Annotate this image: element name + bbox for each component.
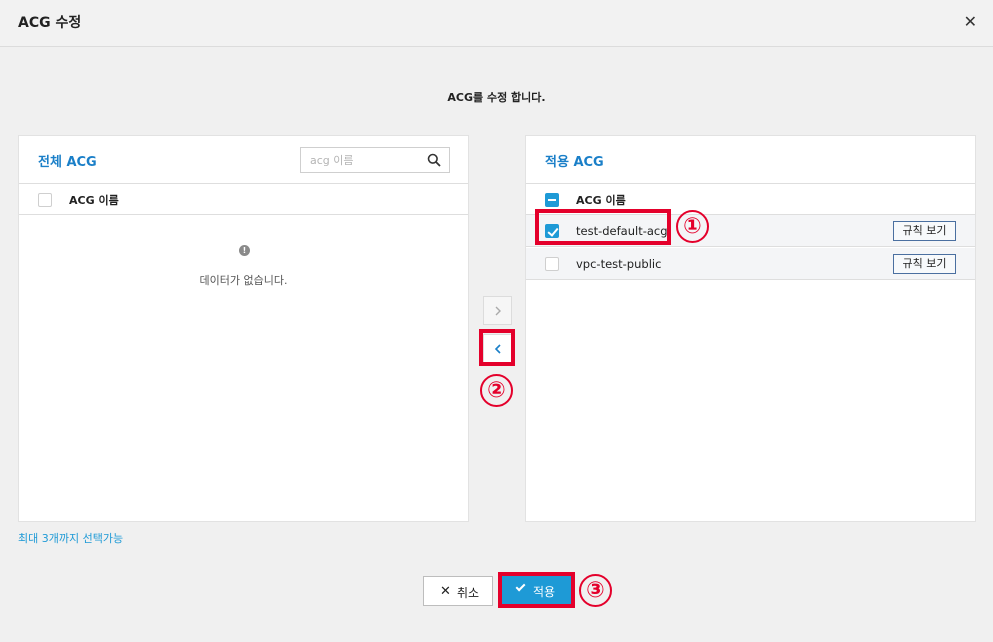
add-to-applied-button[interactable] [483,296,512,325]
applied-acg-panel: 적용 ACG ACG 이름 test-default-acg 규칙 보기 vpc… [525,135,976,522]
callout-2: ② [480,374,513,407]
dialog-title: ACG 수정 [18,15,82,31]
all-acg-panel-header: 전체 ACG [19,136,468,184]
acg-name: test-default-acg [576,224,668,238]
remove-from-applied-button[interactable] [483,334,512,363]
callout-1: ① [676,210,709,243]
all-acg-column-header: ACG 이름 [19,184,468,215]
chevron-right-icon [495,306,501,316]
select-all-checkbox[interactable] [38,193,52,207]
search-icon[interactable] [427,153,441,167]
applied-acg-column-header: ACG 이름 [526,184,975,215]
cancel-label: 취소 [457,586,480,600]
acg-name-column-label: ACG 이름 [576,194,626,207]
check-icon [515,581,526,592]
chevron-left-icon [494,344,501,354]
view-rules-button[interactable]: 규칙 보기 [893,254,956,274]
table-row[interactable]: test-default-acg 규칙 보기 [526,215,975,247]
view-rules-button[interactable]: 규칙 보기 [893,221,956,241]
apply-button[interactable]: 적용 [502,576,571,604]
dialog-header: ACG 수정 ✕ [0,0,993,47]
all-acg-title: 전체 ACG [38,155,97,170]
applied-acg-panel-header: 적용 ACG [526,136,975,184]
applied-acg-title: 적용 ACG [545,155,604,170]
select-all-checkbox[interactable] [545,193,559,207]
empty-message: 데이터가 없습니다. [199,274,288,287]
all-acg-panel: 전체 ACG ACG 이름 ! 데이터가 없습니다. [18,135,469,522]
close-icon[interactable]: ✕ [964,12,977,32]
table-row[interactable]: vpc-test-public 규칙 보기 [526,248,975,280]
selection-limit-note: 최대 3개까지 선택가능 [18,532,124,545]
close-icon: ✕ [440,583,451,598]
info-icon: ! [239,245,250,256]
cancel-button[interactable]: ✕ 취소 [423,576,493,606]
row-checkbox[interactable] [545,224,559,238]
search-input[interactable] [301,148,421,172]
apply-label: 적용 [533,585,556,599]
search-box [300,147,450,173]
row-checkbox[interactable] [545,257,559,271]
acg-name: vpc-test-public [576,257,662,271]
dialog-subtitle: ACG를 수정 합니다. [447,91,546,104]
callout-3: ③ [579,574,612,607]
acg-name-column-label: ACG 이름 [69,194,119,207]
